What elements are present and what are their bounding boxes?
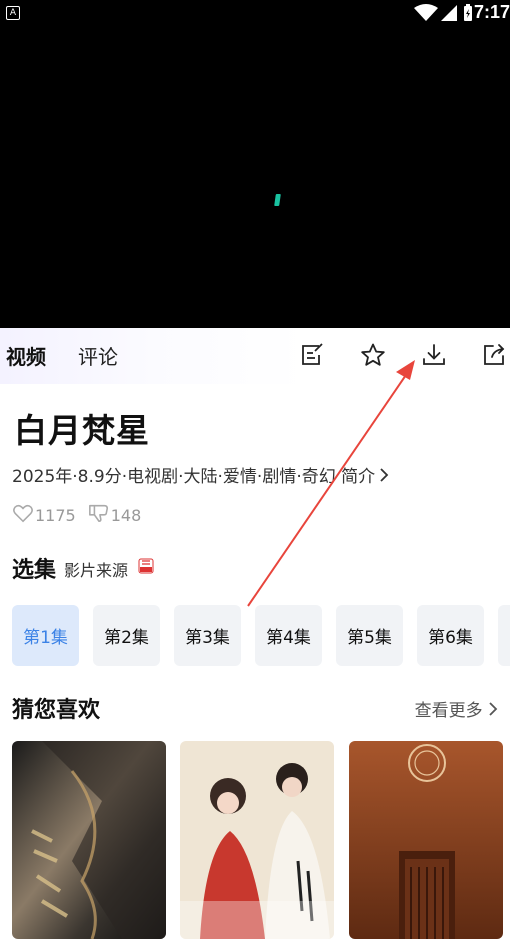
see-more-link[interactable]: 查看更多 <box>415 696 498 721</box>
show-meta[interactable]: 2025年·8.9分·电视剧·大陆·爱情·剧情·奇幻 简介 <box>12 462 389 487</box>
detail-tab-bar: 视频 评论 <box>0 328 510 384</box>
episode-1-button[interactable]: 第1集 <box>12 605 79 666</box>
episode-6-button[interactable]: 第6集 <box>417 605 484 666</box>
recommend-poster-2[interactable] <box>180 741 334 939</box>
heart-icon[interactable] <box>12 502 34 528</box>
recommend-poster-1[interactable] <box>12 741 166 939</box>
show-meta-text: 2025年·8.9分·电视剧·大陆·爱情·剧情·奇幻 简介 <box>12 467 376 487</box>
recommend-poster-3[interactable] <box>349 741 503 939</box>
tab-comments[interactable]: 评论 <box>78 341 118 370</box>
edit-note-icon[interactable] <box>299 342 325 368</box>
video-player[interactable] <box>0 26 510 328</box>
star-icon[interactable] <box>360 342 386 368</box>
see-more-label: 查看更多 <box>414 701 483 721</box>
episode-5-button[interactable]: 第5集 <box>336 605 403 666</box>
like-count: 1175 <box>35 505 76 525</box>
tab-video[interactable]: 视频 <box>6 341 46 370</box>
source-logo-icon[interactable] <box>138 558 154 574</box>
download-icon[interactable] <box>421 342 447 368</box>
recommend-title: 猜您喜欢 <box>12 698 101 723</box>
source-label: 影片来源 <box>64 561 129 580</box>
chevron-right-icon <box>379 467 389 487</box>
episodes-section-title: 选集 <box>12 558 57 583</box>
thumbs-down-icon[interactable] <box>88 502 110 528</box>
episode-3-button[interactable]: 第3集 <box>174 605 241 666</box>
clock: 7:17 <box>473 2 510 22</box>
episode-7-button-partial[interactable] <box>498 605 510 666</box>
app-notification-icon: A <box>6 6 20 20</box>
dislike-count: 148 <box>110 505 142 525</box>
chevron-right-icon <box>489 702 498 716</box>
signal-icon <box>441 5 457 21</box>
wifi-icon <box>414 4 438 21</box>
loading-indicator <box>274 194 281 206</box>
status-bar: A 7:17 <box>0 0 510 26</box>
share-icon[interactable] <box>481 342 507 368</box>
episode-2-button[interactable]: 第2集 <box>93 605 160 666</box>
show-title: 白月梵星 <box>14 411 150 450</box>
episode-4-button[interactable]: 第4集 <box>255 605 322 666</box>
battery-icon <box>464 4 472 21</box>
reactions: 1175 148 <box>12 502 153 528</box>
